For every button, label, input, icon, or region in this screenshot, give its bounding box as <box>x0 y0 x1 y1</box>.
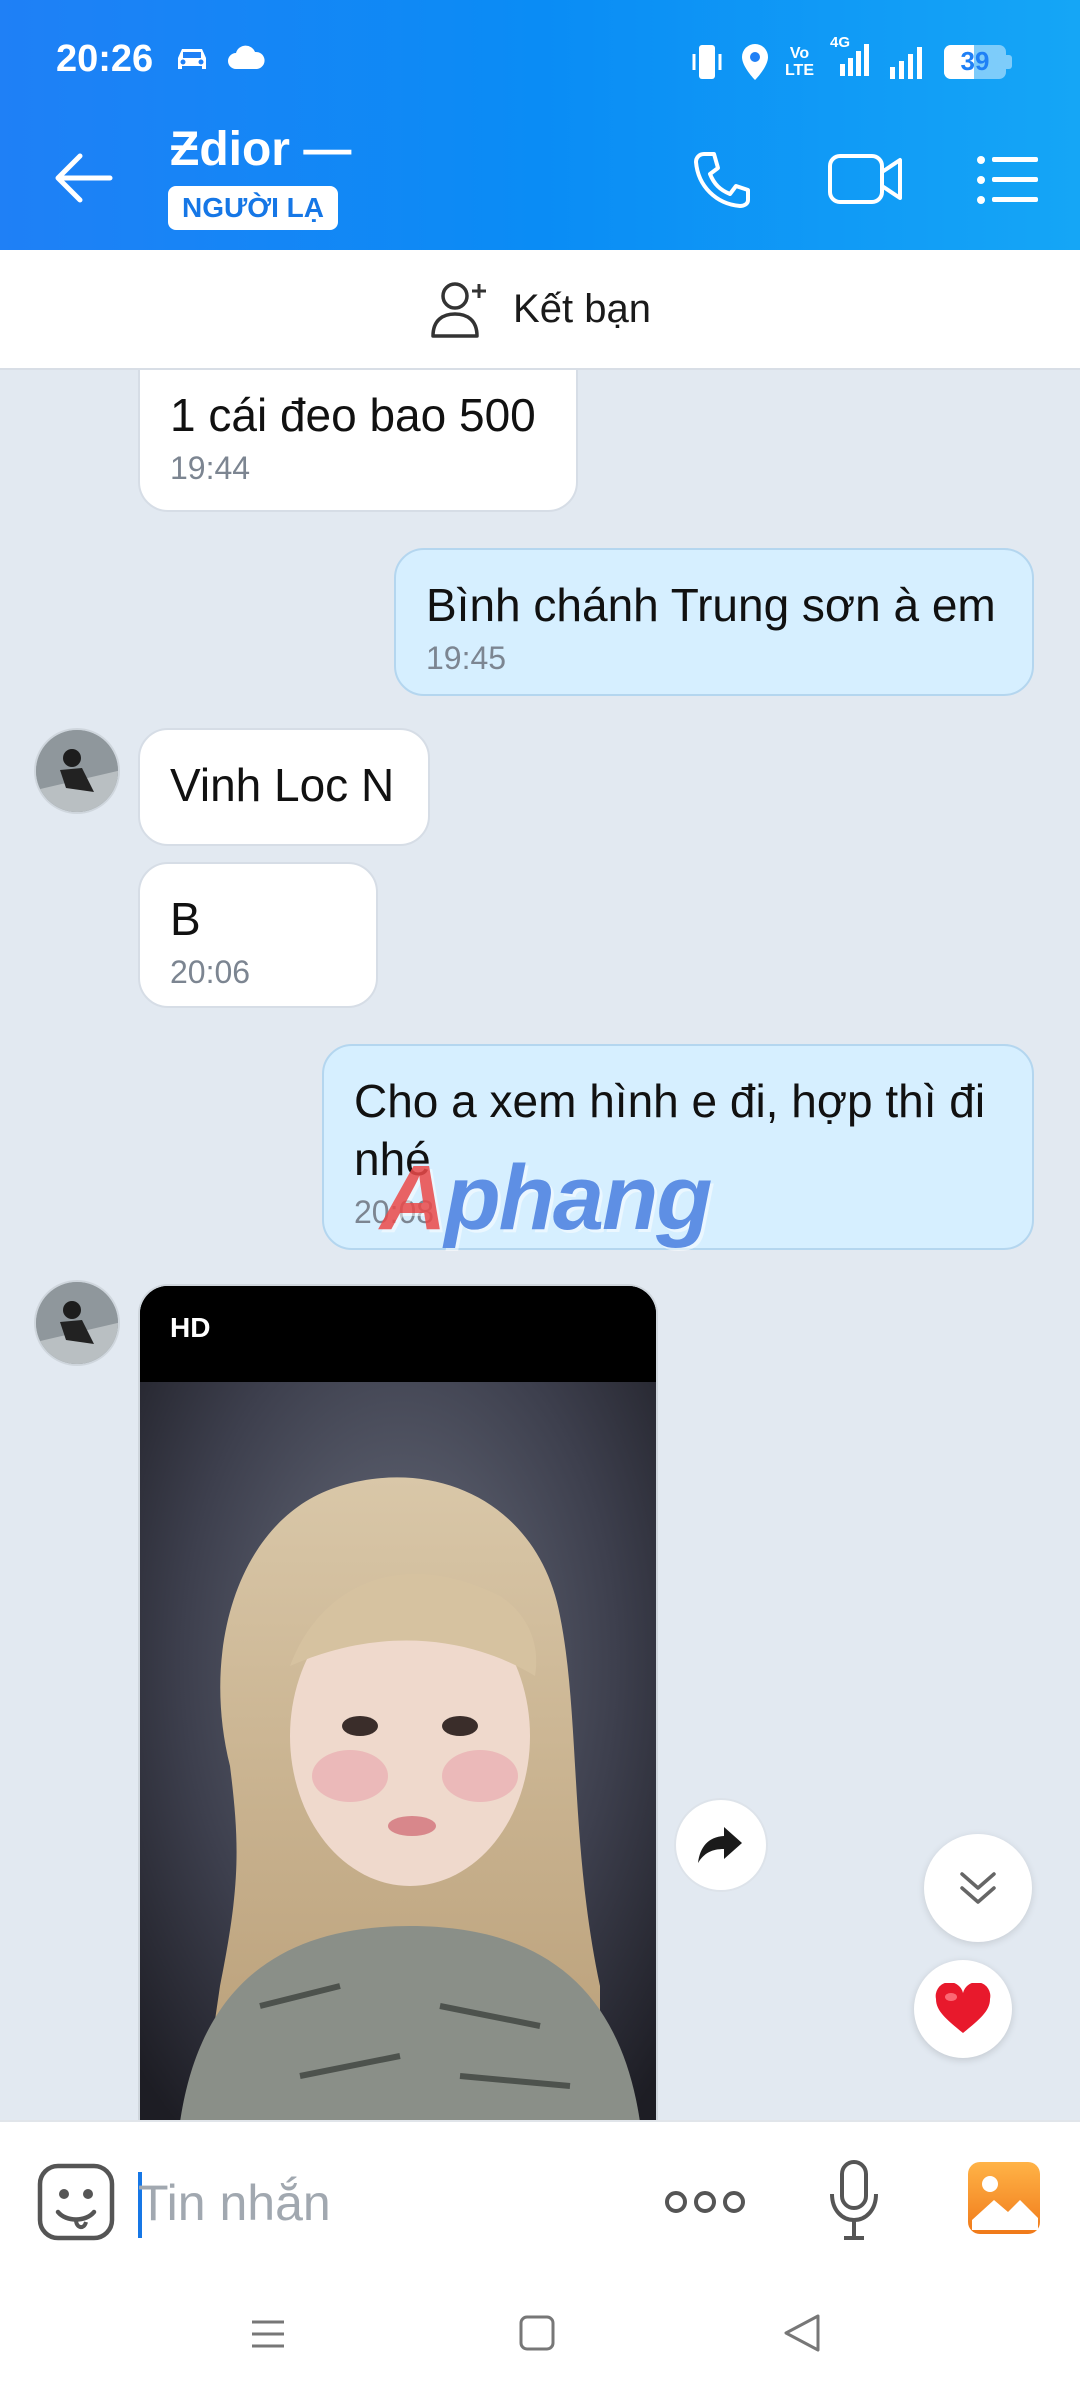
video-camera-icon[interactable] <box>826 150 904 208</box>
volte-bottom: LTE <box>784 61 814 79</box>
gallery-icon[interactable] <box>966 2160 1042 2236</box>
message-bubble-incoming[interactable]: Vinh Loc N <box>138 728 430 846</box>
message-time: 19:44 <box>170 450 251 486</box>
add-user-icon <box>431 282 487 338</box>
contact-avatar[interactable] <box>34 1280 120 1366</box>
contact-name[interactable]: Ƶdior — <box>170 122 351 177</box>
volte-icon: Vo LTE <box>785 45 814 79</box>
photo-top-bar <box>140 1286 656 1382</box>
back-arrow-icon[interactable] <box>50 150 116 206</box>
home-icon[interactable] <box>518 2314 556 2352</box>
message-time: 19:45 <box>426 640 507 676</box>
scroll-to-bottom-button[interactable] <box>924 1834 1032 1942</box>
message-text: 1 cái đeo bao 500 <box>170 389 536 441</box>
vibrate-icon <box>692 44 722 79</box>
message-composer <box>0 2120 1080 2280</box>
message-bubble-incoming[interactable]: 1 cái đeo bao 500 19:44 <box>138 370 578 512</box>
status-time: 20:26 <box>56 38 154 80</box>
photo-message[interactable]: HD <box>138 1284 658 2120</box>
microphone-icon[interactable] <box>826 2158 882 2244</box>
volte-top: Vo <box>789 44 810 62</box>
heart-icon <box>935 1983 991 2033</box>
forward-button[interactable] <box>674 1798 768 1892</box>
reaction-button[interactable] <box>914 1960 1012 2058</box>
message-text: B <box>170 893 201 945</box>
stranger-badge: NGƯỜI LẠ <box>168 186 338 230</box>
watermark-first-letter: A <box>380 1147 446 1249</box>
battery-level: 39 <box>960 45 990 76</box>
system-navigation-bar <box>0 2280 1080 2400</box>
signal-4g-icon: 4G <box>828 34 872 83</box>
sticker-emoji-icon[interactable] <box>36 2162 116 2242</box>
message-bubble-outgoing[interactable]: Bình chánh Trung sơn à em 19:45 <box>394 548 1034 696</box>
watermark-logo: Aphang <box>380 1146 712 1251</box>
cloud-icon <box>228 45 265 69</box>
more-options-icon[interactable] <box>664 2180 746 2224</box>
message-text: Bình chánh Trung sơn à em <box>426 579 996 631</box>
hd-badge: HD <box>170 1312 211 1343</box>
add-friend-label: Kết bạn <box>513 286 651 331</box>
add-friend-button[interactable]: Kết bạn <box>0 250 1080 370</box>
recent-apps-icon[interactable] <box>248 2314 288 2354</box>
app-header: 20:26 Vo LTE 4G 39 Ƶdior — NGƯỜI LẠ <box>0 0 1080 250</box>
double-chevron-down-icon <box>960 1872 996 1904</box>
location-icon <box>741 43 768 80</box>
data-type-label: 4G <box>830 34 851 51</box>
message-text: Vinh Loc N <box>170 759 395 811</box>
status-right-icons: Vo LTE 4G 39 <box>689 34 1012 83</box>
battery-icon: 39 <box>944 44 1012 79</box>
forward-arrow-icon <box>698 1827 742 1863</box>
selfie-photo <box>140 1286 656 2120</box>
message-input[interactable] <box>138 2158 628 2248</box>
message-time: 20:06 <box>170 954 251 990</box>
status-left-icons <box>172 44 266 74</box>
car-icon <box>178 49 206 69</box>
contact-avatar[interactable] <box>34 728 120 814</box>
watermark-rest: phang <box>444 1147 712 1249</box>
phone-icon[interactable] <box>690 148 754 212</box>
chat-area[interactable]: 1 cái đeo bao 500 19:44 Bình chánh Trung… <box>0 370 1080 2120</box>
message-bubble-incoming[interactable]: B 20:06 <box>138 862 378 1008</box>
nav-back-icon[interactable] <box>782 2312 822 2354</box>
signal-icon <box>890 46 922 79</box>
menu-list-icon[interactable] <box>976 154 1040 206</box>
